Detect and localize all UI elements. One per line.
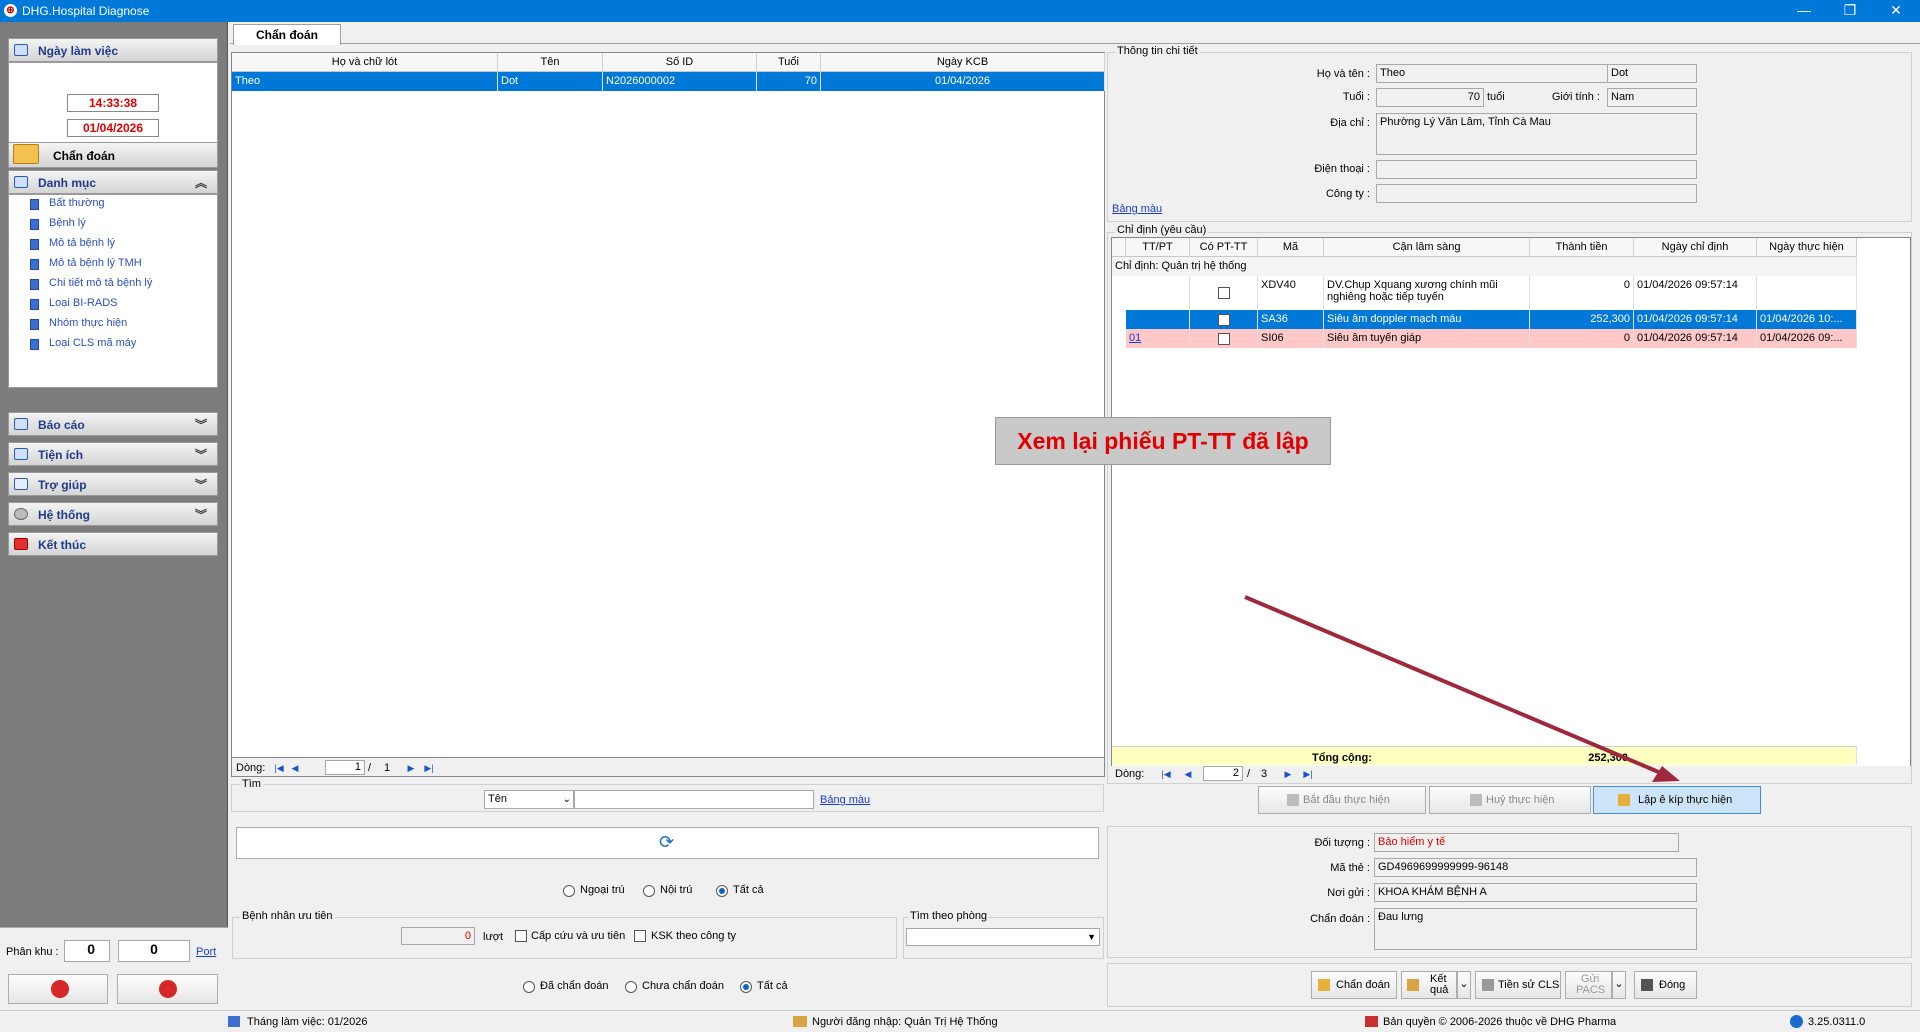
object-field: Bảo hiểm y tế [1374, 833, 1679, 852]
info-icon [1790, 1015, 1803, 1028]
status-version: 3.25.0311.0 [1808, 1016, 1866, 1028]
chevron-down-icon: ⌄ [1614, 978, 1624, 990]
calendar-icon [228, 1016, 240, 1027]
team-icon [1618, 794, 1630, 806]
card-field: GD4969699999999-96148 [1374, 858, 1697, 877]
cancel-button[interactable]: Huỷ thực hiện [1429, 786, 1591, 814]
object-label: Đối tượng : [1314, 837, 1370, 849]
close-label: Đóng [1659, 979, 1686, 991]
ekip-label: Lập ê kíp thực hiện [1638, 794, 1733, 806]
copyright-icon [1365, 1016, 1378, 1027]
result-icon [1407, 979, 1419, 991]
start-label: Bắt đầu thực hiện [1303, 794, 1390, 806]
diagnose-btn-label: Chẩn đoán [1336, 979, 1390, 991]
from-label: Nơi gửi : [1327, 887, 1370, 899]
from-field: KHOA KHÁM BỆNH A [1374, 883, 1697, 902]
pacs-dropdown[interactable]: ⌄ [1612, 971, 1626, 999]
diagnose-icon [1318, 979, 1330, 991]
history-icon [1482, 979, 1494, 991]
status-bar: Tháng làm việc: 01/2026 Người đăng nhập:… [0, 1010, 1920, 1032]
cancel-icon [1470, 794, 1482, 806]
ekip-button[interactable]: Lập ê kíp thực hiện [1593, 786, 1761, 814]
diag-field: Đau lưng [1374, 908, 1697, 950]
history-label: Tiền sử CLS [1498, 979, 1560, 991]
cancel-label: Huỷ thực hiện [1486, 794, 1555, 806]
diag-label: Chẩn đoán : [1310, 913, 1370, 925]
pacs-label-2: PACS [1576, 984, 1606, 996]
history-button[interactable]: Tiền sử CLS [1475, 971, 1561, 999]
pacs-button[interactable]: Gửi PACS [1565, 971, 1612, 999]
result-dropdown[interactable]: ⌄ [1457, 971, 1471, 999]
status-user: Người đăng nhập: Quản Trị Hệ Thống [812, 1016, 998, 1028]
status-month: Tháng làm việc: 01/2026 [247, 1016, 368, 1028]
card-label: Mã thẻ : [1330, 862, 1370, 874]
user-icon [793, 1016, 807, 1027]
diagnose-button[interactable]: Chẩn đoán [1311, 971, 1397, 999]
close-button[interactable]: Đóng [1634, 971, 1697, 999]
chevron-down-icon: ⌄ [1459, 978, 1469, 990]
status-copyright: Bản quyền © 2006-2026 thuộc về DHG Pharm… [1383, 1016, 1617, 1028]
result-label-2: quả [1430, 984, 1449, 996]
start-icon [1287, 794, 1299, 806]
exit-door-icon [1641, 979, 1653, 991]
start-button[interactable]: Bắt đầu thực hiện [1258, 786, 1426, 814]
result-button[interactable]: Kết quả [1401, 971, 1457, 999]
